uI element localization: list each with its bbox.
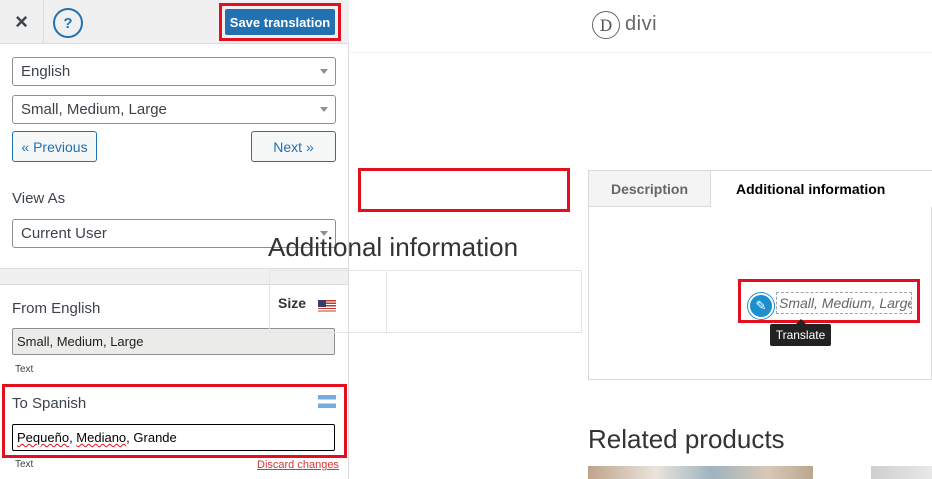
previous-button[interactable]: « Previous	[12, 131, 97, 162]
tab-additional-information-label: Additional information	[736, 181, 886, 197]
help-icon[interactable]: ?	[53, 8, 83, 38]
product-thumbnail[interactable]	[588, 466, 813, 479]
argentina-flag-icon	[318, 395, 336, 408]
language-select[interactable]: English	[12, 57, 336, 86]
view-as-label: View As	[12, 190, 66, 207]
divi-logo-icon[interactable]: D	[592, 11, 620, 39]
to-language-label: To Spanish	[12, 395, 87, 412]
chevron-down-icon	[320, 69, 328, 74]
translation-rest: , Grande	[126, 430, 177, 445]
translate-tooltip: Translate	[770, 319, 831, 346]
target-type-label: Text	[15, 459, 34, 470]
site-header: D divi	[350, 0, 932, 52]
save-translation-button[interactable]: Save translation	[225, 9, 335, 35]
string-select[interactable]: Small, Medium, Large	[12, 95, 336, 124]
related-products-heading: Related products	[588, 424, 785, 454]
translation-text-field[interactable]: Pequeño, Mediano, Grande	[12, 424, 335, 451]
chevron-down-icon	[320, 107, 328, 112]
view-as-select-value: Current User	[21, 225, 107, 242]
source-type-label: Text	[15, 364, 34, 375]
product-tabs: Description Additional information	[588, 170, 932, 380]
next-button[interactable]: Next »	[251, 131, 336, 162]
string-select-value: Small, Medium, Large	[21, 101, 167, 118]
from-language-label: From English	[12, 300, 101, 317]
save-highlight-box: Save translation	[219, 3, 341, 41]
tab-highlight-box	[358, 168, 570, 212]
attributes-table	[269, 270, 582, 334]
tabs-bar: Description Additional information	[589, 171, 932, 207]
tab-additional-information[interactable]: Additional information	[710, 171, 932, 207]
close-icon[interactable]: ×	[0, 0, 44, 44]
translation-word-2: Mediano	[76, 430, 127, 445]
product-thumbnail[interactable]	[871, 466, 932, 479]
logo-text[interactable]: divi	[625, 13, 657, 36]
attribute-label: Size	[278, 295, 307, 311]
translation-word-1: Pequeño	[17, 430, 70, 445]
language-select-value: English	[21, 63, 71, 80]
pencil-edit-icon[interactable]: ✎	[748, 293, 774, 319]
tab-description[interactable]: Description	[589, 171, 710, 207]
screen: × ? Save translation English Small, Medi…	[0, 0, 932, 479]
discard-changes-link[interactable]: Discard changes	[257, 459, 339, 471]
section-heading: Additional information	[268, 232, 519, 262]
panel-toolbar: × ? Save translation	[0, 0, 349, 44]
